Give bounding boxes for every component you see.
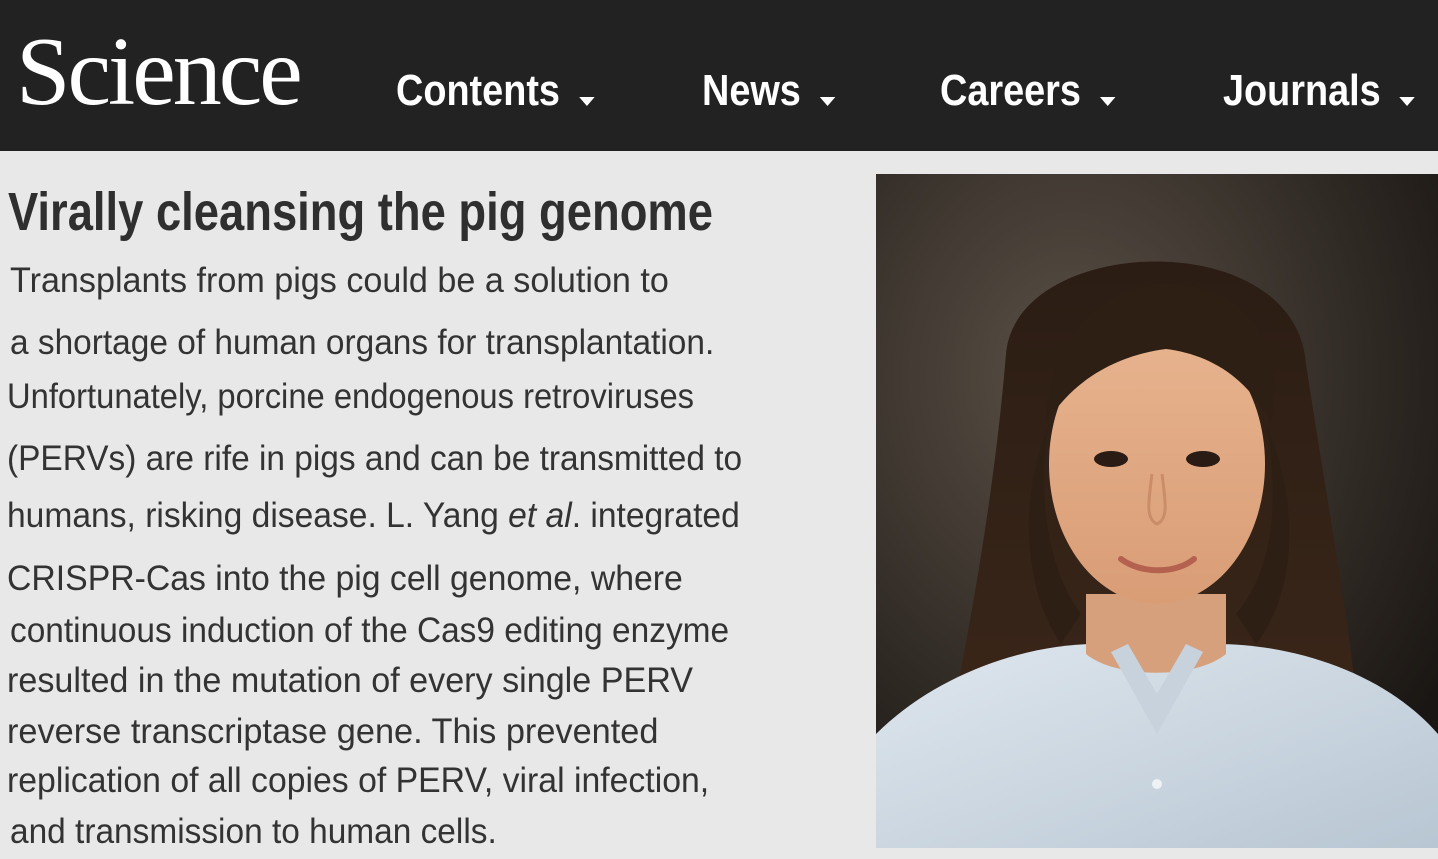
article-body-line: and transmission to human cells. <box>10 812 497 851</box>
article-body-line: replication of all copies of PERV, viral… <box>7 761 710 800</box>
article-body-line: Transplants from pigs could be a solutio… <box>10 261 669 300</box>
article-body-text: . integrated <box>571 496 740 535</box>
article-headline: Virally cleansing the pig genome <box>8 182 713 242</box>
article-body-line: CRISPR-Cas into the pig cell genome, whe… <box>7 559 683 598</box>
article-body-line: humans, risking disease. L. Yang et al. … <box>7 494 740 538</box>
nav-contents[interactable]: Contents <box>396 66 595 116</box>
article-body-line: (PERVs) are rife in pigs and can be tran… <box>7 439 743 478</box>
chevron-down-icon <box>1399 96 1416 106</box>
nav-journals[interactable]: Journals <box>1223 66 1416 116</box>
article-body-line: reverse transcriptase gene. This prevent… <box>7 712 659 751</box>
chevron-down-icon <box>578 96 595 106</box>
nav-news-label: News <box>702 66 801 115</box>
science-logo[interactable]: Science <box>16 22 303 122</box>
nav-careers[interactable]: Careers <box>940 66 1116 116</box>
article-body-italic: et al <box>508 496 572 535</box>
nav-careers-label: Careers <box>940 66 1081 115</box>
nav-contents-label: Contents <box>396 66 560 115</box>
author-photo <box>876 174 1438 848</box>
article-body-line: Unfortunately, porcine endogenous retrov… <box>7 377 695 416</box>
nav-news[interactable]: News <box>702 66 836 116</box>
portrait-illustration <box>876 174 1438 848</box>
article-body-line: resulted in the mutation of every single… <box>7 661 694 700</box>
chevron-down-icon <box>1099 96 1116 106</box>
article-body-line: a shortage of human organs for transplan… <box>10 323 715 362</box>
chevron-down-icon <box>819 96 836 106</box>
article-body-text: humans, risking disease. L. Yang <box>7 496 509 535</box>
site-header: Science Contents News Careers Journals <box>0 0 1438 151</box>
nav-journals-label: Journals <box>1223 66 1381 115</box>
article-body-line: continuous induction of the Cas9 editing… <box>10 611 730 650</box>
